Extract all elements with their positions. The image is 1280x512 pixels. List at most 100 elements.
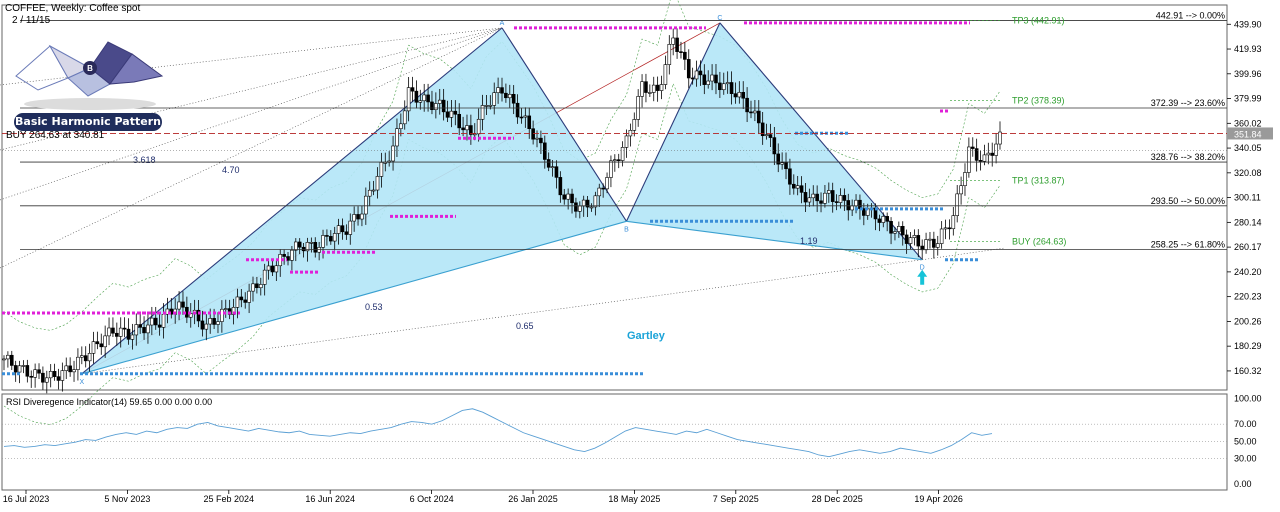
candle-body: [589, 206, 594, 209]
candle-body: [146, 324, 150, 334]
candle-body: [683, 51, 687, 60]
rsi-axis-label: 0.00: [1234, 479, 1252, 489]
price-axis-label: 399.96: [1234, 69, 1262, 79]
candle-body: [745, 97, 749, 113]
candle-body: [756, 110, 761, 124]
target-label: BUY (264.63): [1012, 237, 1066, 247]
price-axis-label: 220.23: [1234, 292, 1262, 302]
candle-body: [352, 214, 356, 222]
candle-body: [550, 166, 555, 168]
fib-level-label: 328.76 --> 38.20%: [1151, 152, 1225, 162]
candle-body: [605, 177, 609, 190]
candle-body: [220, 308, 224, 322]
candle-body: [476, 118, 481, 135]
candle-body: [671, 37, 675, 45]
price-axis-label: 360.02: [1234, 118, 1262, 128]
candle-body: [445, 111, 450, 118]
candle-body: [13, 365, 18, 373]
candle-body: [710, 74, 714, 82]
candle-body: [309, 242, 314, 244]
candle-body: [375, 176, 380, 191]
candle-body: [558, 177, 563, 196]
candle-body: [103, 335, 107, 348]
fib-level-label: 442.91 --> 0.00%: [1156, 11, 1225, 21]
candle-body: [410, 87, 415, 92]
candle-body: [449, 110, 454, 118]
candle-body: [955, 193, 960, 216]
rsi-axis-label: 70.00: [1234, 419, 1257, 429]
time-axis-label: 6 Oct 2024: [410, 494, 454, 504]
candle-body: [391, 145, 395, 162]
chart-symbol-title: COFFEE, Weekly: Coffee spot: [5, 3, 141, 14]
candle-body: [593, 195, 598, 208]
candle-body: [379, 162, 384, 177]
chart-canvas: XABCD3.6184.700.530.651.19Gartley 442.91…: [0, 0, 1280, 508]
candle-body: [484, 105, 489, 107]
candle-body: [157, 324, 162, 328]
candle-body: [799, 185, 804, 193]
candle-body: [507, 93, 512, 99]
buy-info-text: BUY 264.63 at 340.81: [6, 130, 105, 141]
candle-body: [492, 92, 497, 106]
candle-body: [935, 243, 940, 248]
candle-body: [854, 199, 858, 207]
candle-body: [223, 308, 228, 310]
candle-body: [126, 328, 131, 340]
candle-body: [616, 159, 621, 161]
candle-body: [885, 216, 889, 222]
candle-body: [208, 318, 213, 325]
candle-body: [768, 134, 773, 138]
candle-body: [200, 320, 205, 330]
candle-body: [239, 296, 244, 301]
candle-body: [48, 371, 53, 379]
candle-body: [904, 234, 909, 244]
candle-body: [402, 110, 407, 125]
candle-body: [430, 101, 434, 110]
time-axis-label: 18 May 2025: [608, 494, 660, 504]
candle-body: [480, 105, 485, 120]
candle-body: [702, 74, 707, 85]
candle-body: [336, 225, 341, 234]
candle-body: [91, 341, 96, 354]
candle-body: [418, 100, 423, 103]
time-axis-label: 26 Jan 2025: [508, 494, 558, 504]
candle-body: [332, 233, 337, 242]
candle-body: [815, 193, 819, 202]
current-price-tag-label: 351.84: [1234, 129, 1262, 139]
time-axis-label: 5 Nov 2023: [104, 494, 150, 504]
candle-body: [297, 241, 302, 248]
candle-body: [21, 365, 26, 367]
candle-body: [344, 231, 349, 235]
candle-body: [823, 192, 827, 204]
candle-body: [788, 168, 792, 185]
candle-body: [574, 202, 578, 212]
candle-body: [111, 327, 115, 334]
candle-body: [663, 64, 668, 85]
price-axis-label: 300.11: [1234, 193, 1261, 203]
candle-body: [115, 332, 119, 337]
candle-body: [251, 283, 255, 292]
candle-body: [325, 235, 329, 237]
candle-body: [776, 153, 781, 165]
logo-text: Basic Harmonic Pattern: [14, 113, 162, 131]
candle-body: [535, 137, 539, 140]
time-axis-label: 25 Feb 2024: [204, 494, 255, 504]
candle-body: [270, 265, 275, 273]
candle-body: [134, 324, 139, 336]
candle-body: [107, 327, 111, 337]
candle-body: [531, 128, 535, 140]
price-axis-label: 439.90: [1234, 19, 1262, 29]
candle-body: [321, 235, 325, 248]
candle-body: [780, 162, 784, 165]
time-axis-label: 7 Sep 2025: [713, 494, 759, 504]
candle-body: [737, 92, 742, 98]
pattern-point-label: X: [79, 379, 84, 386]
candle-body: [632, 119, 637, 131]
candle-body: [881, 216, 886, 223]
candle-body: [753, 110, 757, 114]
candle-body: [348, 220, 353, 235]
rsi-axis-label: 30.00: [1234, 453, 1257, 463]
rsi-axis-label: 50.00: [1234, 436, 1257, 446]
candle-body: [827, 190, 831, 194]
candle-body: [811, 193, 816, 199]
